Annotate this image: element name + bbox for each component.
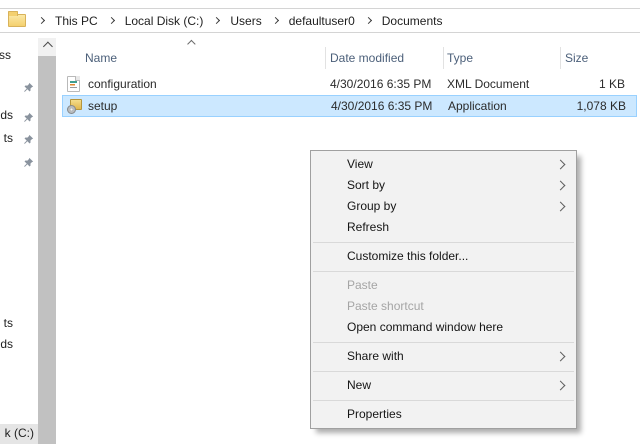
menu-item-paste-shortcut: Paste shortcut xyxy=(311,296,576,317)
column-header-date-modified[interactable]: Date modified xyxy=(330,47,404,69)
column-divider[interactable] xyxy=(443,47,444,69)
file-size: 1,078 KB xyxy=(576,99,626,113)
file-date-modified: 4/30/2016 6:35 PM xyxy=(331,99,433,113)
menu-item-new[interactable]: New xyxy=(311,375,576,396)
menu-item-label: Paste shortcut xyxy=(347,299,424,313)
breadcrumb-documents[interactable]: Documents xyxy=(380,14,445,28)
menu-item-customize-this-folder[interactable]: Customize this folder... xyxy=(311,246,576,267)
pin-icon xyxy=(24,112,34,122)
pin-icon xyxy=(24,82,34,92)
file-size: 1 KB xyxy=(598,77,625,91)
menu-separator xyxy=(313,370,574,372)
sidebar-item-downloads-thispc[interactable]: ds xyxy=(0,337,13,352)
column-header-size[interactable]: Size xyxy=(565,47,588,69)
menu-separator xyxy=(313,399,574,401)
breadcrumb-local-disk-c[interactable]: Local Disk (C:) xyxy=(123,14,206,28)
menu-item-label: Refresh xyxy=(347,220,390,234)
menu-separator xyxy=(313,241,574,243)
menu-item-properties[interactable]: Properties xyxy=(311,404,576,425)
column-header-name[interactable]: Name xyxy=(85,47,117,69)
xml-document-icon xyxy=(66,76,82,92)
menu-item-label: New xyxy=(347,378,372,392)
sidebar-item-documents-thispc[interactable]: ts xyxy=(4,316,13,331)
sidebar-scrollbar-thumb[interactable] xyxy=(38,56,56,444)
file-row-configuration[interactable]: configuration 4/30/2016 6:35 PM XML Docu… xyxy=(62,73,637,95)
menu-item-label: Share with xyxy=(347,349,404,363)
menu-item-open-command-window-here[interactable]: Open command window here xyxy=(311,317,576,338)
breadcrumb-chevron-icon[interactable] xyxy=(271,16,279,25)
column-divider[interactable] xyxy=(325,47,326,69)
pin-icon xyxy=(24,134,34,144)
menu-item-label: Sort by xyxy=(347,178,386,192)
breadcrumb-users[interactable]: Users xyxy=(228,14,263,28)
file-name: configuration xyxy=(88,77,157,91)
breadcrumb-chevron-icon[interactable] xyxy=(107,16,115,25)
sidebar-item-documents[interactable]: ts xyxy=(4,131,13,146)
menu-item-paste: Paste xyxy=(311,275,576,296)
column-header-type[interactable]: Type xyxy=(447,47,473,69)
menu-separator xyxy=(313,270,574,272)
menu-item-label: Properties xyxy=(347,407,402,421)
menu-item-label: Group by xyxy=(347,199,397,213)
breadcrumb-chevron-icon[interactable] xyxy=(213,16,221,25)
sidebar-item-local-disk-c[interactable]: k (C:) xyxy=(5,426,34,441)
address-bar[interactable]: This PC Local Disk (C:) Users defaultuse… xyxy=(0,8,640,33)
submenu-chevron-icon xyxy=(555,380,566,391)
menu-item-group-by[interactable]: Group by xyxy=(311,196,576,217)
breadcrumb-chevron-icon[interactable] xyxy=(364,16,372,25)
sidebar-item-quick-access[interactable]: ss xyxy=(0,48,11,63)
file-row-setup[interactable]: setup 4/30/2016 6:35 PM Application 1,07… xyxy=(62,95,637,117)
breadcrumb-chevron-icon[interactable] xyxy=(37,16,46,25)
menu-separator xyxy=(313,341,574,343)
sidebar-item-downloads[interactable]: ds xyxy=(0,108,13,123)
menu-item-sort-by[interactable]: Sort by xyxy=(311,175,576,196)
menu-item-view[interactable]: View xyxy=(311,154,576,175)
file-date-modified: 4/30/2016 6:35 PM xyxy=(330,77,432,91)
menu-item-label: Open command window here xyxy=(347,320,504,334)
column-divider[interactable] xyxy=(560,47,561,69)
submenu-chevron-icon xyxy=(555,201,566,212)
menu-item-share-with[interactable]: Share with xyxy=(311,346,576,367)
menu-item-refresh[interactable]: Refresh xyxy=(311,217,576,238)
file-explorer-window: { "address_bar": { "crumbs": ["This PC",… xyxy=(0,0,640,444)
submenu-chevron-icon xyxy=(555,351,566,362)
breadcrumb-defaultuser0[interactable]: defaultuser0 xyxy=(287,14,357,28)
breadcrumb-this-pc[interactable]: This PC xyxy=(53,14,100,28)
menu-item-label: View xyxy=(347,157,373,171)
application-icon xyxy=(67,98,83,114)
pin-icon xyxy=(24,157,34,167)
context-menu: View Sort by Group by Refresh Customize … xyxy=(310,150,577,429)
file-name: setup xyxy=(88,99,118,113)
sort-ascending-icon xyxy=(187,39,196,49)
submenu-chevron-icon xyxy=(555,180,566,191)
menu-item-label: Customize this folder... xyxy=(347,249,469,263)
menu-item-label: Paste xyxy=(347,278,378,292)
folder-icon xyxy=(8,11,26,27)
file-type: Application xyxy=(448,99,507,113)
submenu-chevron-icon xyxy=(555,159,566,170)
